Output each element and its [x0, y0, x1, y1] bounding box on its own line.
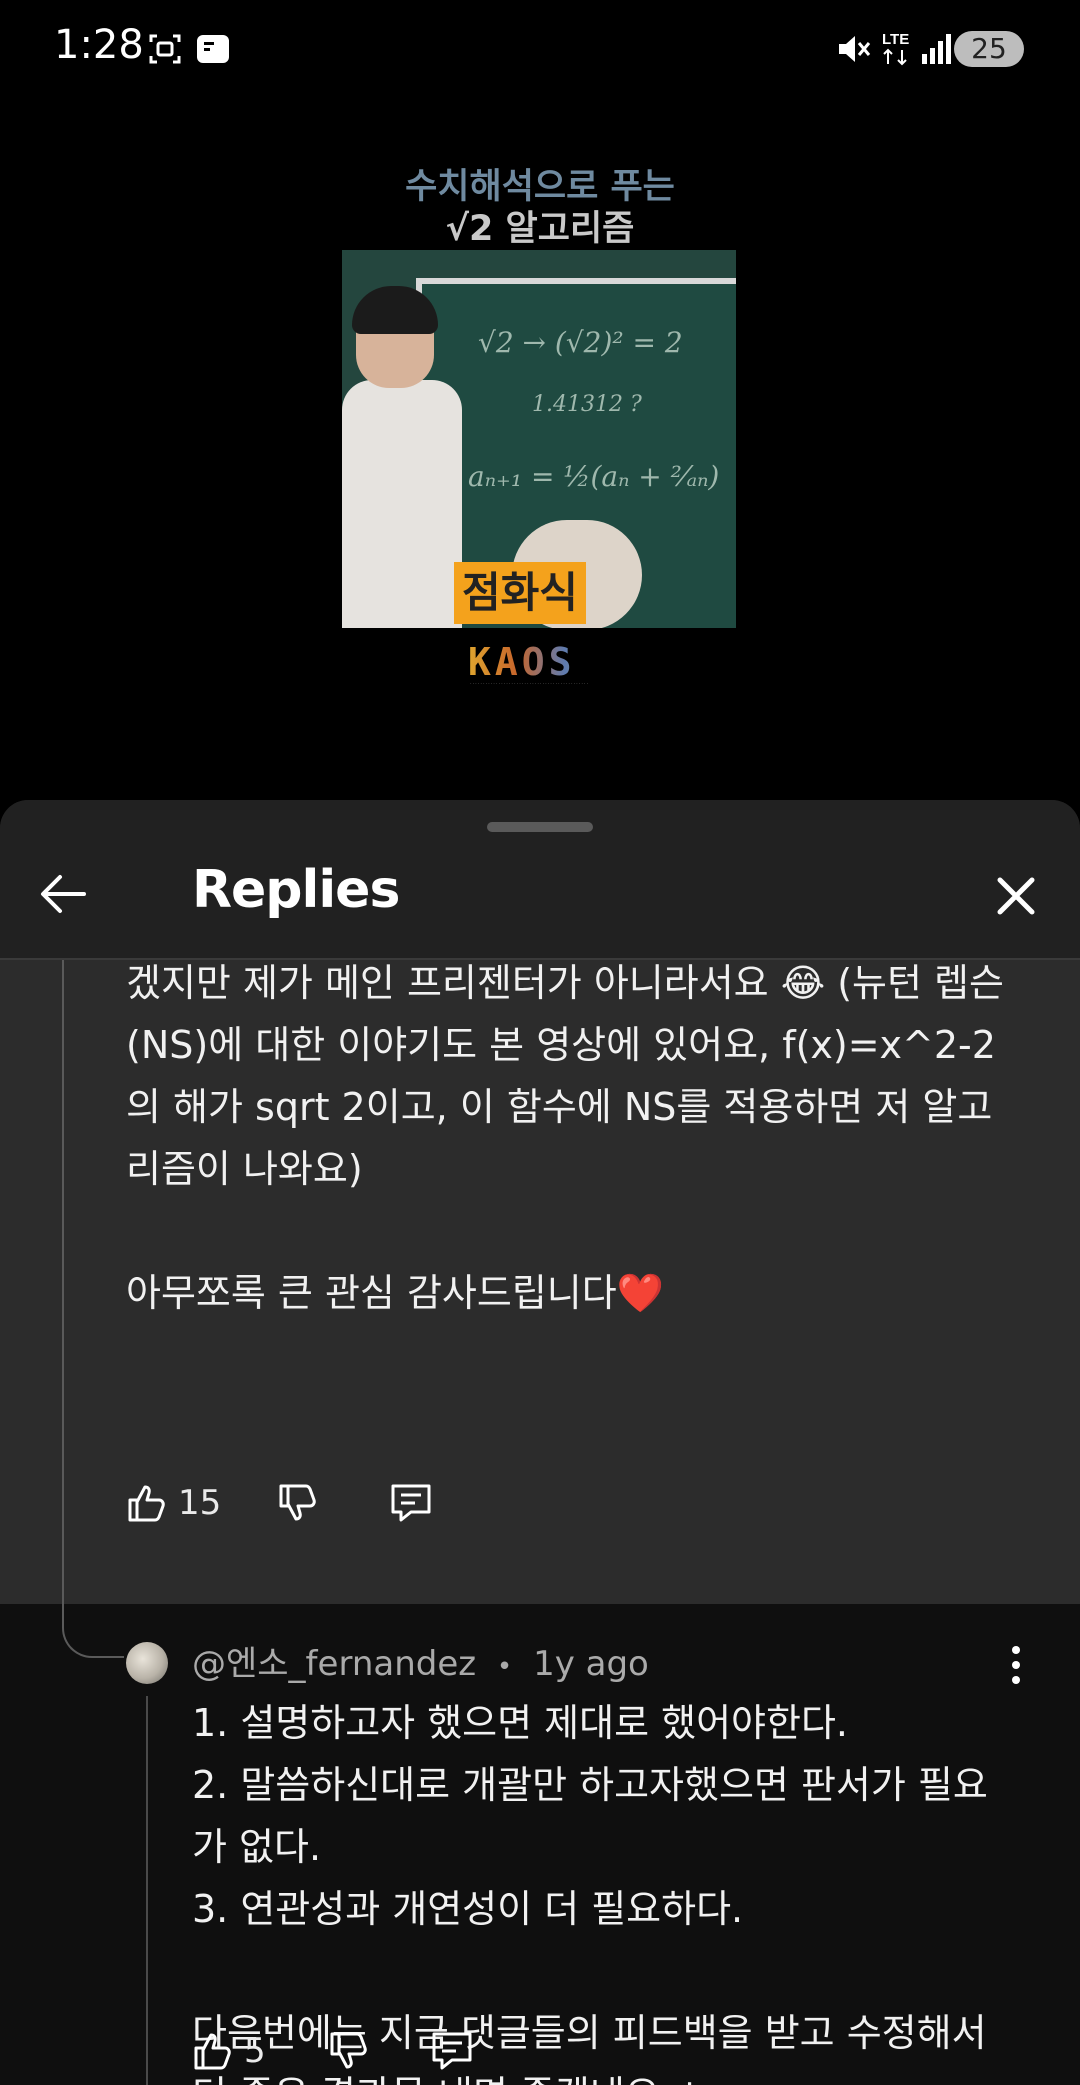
- close-icon: [997, 877, 1035, 915]
- replies-sheet: Replies 겠지만 제가 메인 프리젠터가 아니라서요 😂 (뉴턴 렙슨(N…: [0, 800, 1080, 2085]
- reply-author[interactable]: @엔소_fernandez: [192, 1644, 476, 1684]
- dislike-button[interactable]: [328, 2030, 370, 2072]
- video-player[interactable]: 수치해석으로 푸는 √2 알고리즘 √2 → (√2)² = 2 1.41312…: [0, 100, 1080, 800]
- sheet-title: Replies: [192, 860, 400, 920]
- channel-logo: KAOS: [468, 640, 614, 684]
- drag-handle[interactable]: [487, 822, 593, 832]
- reply-text: 1. 설명하고자 했으면 제대로 했어야한다. 2. 말씀하신대로 개괄만 하고…: [192, 1701, 988, 2085]
- thumbs-down-icon: [279, 1484, 317, 1521]
- reply-actions: 5: [192, 2030, 474, 2072]
- thumbs-up-icon: [194, 2033, 231, 2070]
- video-title: 수치해석으로 푸는 √2 알고리즘: [340, 166, 740, 250]
- svg-text:LTE: LTE: [882, 31, 909, 48]
- avatar[interactable]: [126, 1642, 168, 1684]
- more-vert-icon: [1012, 1646, 1020, 1684]
- board-line: √2 → (√2)² = 2: [478, 326, 683, 359]
- thumbs-down-icon: [330, 2032, 367, 2069]
- reply-button[interactable]: [430, 2030, 474, 2072]
- thumbs-up-icon: [128, 1485, 165, 1522]
- board-line: aₙ₊₁ = ½(aₙ + ²⁄ₐₙ): [468, 460, 720, 493]
- thread-line: [62, 960, 64, 1604]
- reply-item: @엔소_fernandez • 1y ago 1. 설명하고자 했으면 제대로 …: [0, 1604, 1080, 2085]
- like-button[interactable]: 15: [126, 1482, 221, 1524]
- video-title-line2: √2 알고리즘: [445, 209, 635, 249]
- signal-icon: [922, 34, 951, 64]
- reply-item: 겠지만 제가 메인 프리젠터가 아니라서요 😂 (뉴턴 렙슨(NS)에 대한 이…: [0, 960, 1080, 1604]
- reply-time: 1y ago: [533, 1644, 649, 1684]
- status-time: 1:28: [54, 22, 144, 68]
- close-button[interactable]: [986, 866, 1046, 926]
- reply-actions: 15: [126, 1482, 433, 1524]
- back-button[interactable]: [34, 864, 94, 924]
- screenshot-icon: [149, 34, 181, 64]
- reply-button[interactable]: [389, 1482, 433, 1524]
- video-subtitle: 점화식: [454, 562, 586, 624]
- battery-indicator: 25: [954, 31, 1024, 67]
- like-button[interactable]: 5: [192, 2030, 266, 2072]
- reply-meta: @엔소_fernandez • 1y ago: [192, 1636, 649, 1685]
- status-bar: 1:28 LTE 25: [0, 0, 1080, 100]
- thread-connector: [62, 1604, 124, 1658]
- thread-line: [146, 1696, 148, 2085]
- more-options-button[interactable]: [1004, 1640, 1028, 1690]
- video-frame: √2 → (√2)² = 2 1.41312 ? aₙ₊₁ = ½(aₙ + ²…: [342, 250, 736, 628]
- like-count: 5: [244, 2031, 266, 2071]
- reply-text: 겠지만 제가 메인 프리젠터가 아니라서요 😂 (뉴턴 렙슨(NS)에 대한 이…: [126, 961, 1004, 1315]
- meta-separator: •: [496, 1652, 513, 1682]
- like-count: 15: [178, 1483, 222, 1523]
- arrow-left-icon: [41, 875, 86, 913]
- comment-icon: [432, 2032, 472, 2070]
- notification-icon: [197, 35, 229, 63]
- lte-icon: LTE: [882, 31, 909, 66]
- video-title-line1: 수치해석으로 푸는: [405, 167, 675, 207]
- logo-underline: ········································…: [470, 681, 590, 687]
- dislike-button[interactable]: [277, 1482, 319, 1524]
- presenter-figure: [342, 380, 462, 628]
- sheet-header: Replies: [0, 800, 1080, 960]
- board-line: 1.41312 ?: [532, 392, 642, 417]
- mute-icon: [839, 36, 871, 62]
- comment-icon: [391, 1484, 431, 1522]
